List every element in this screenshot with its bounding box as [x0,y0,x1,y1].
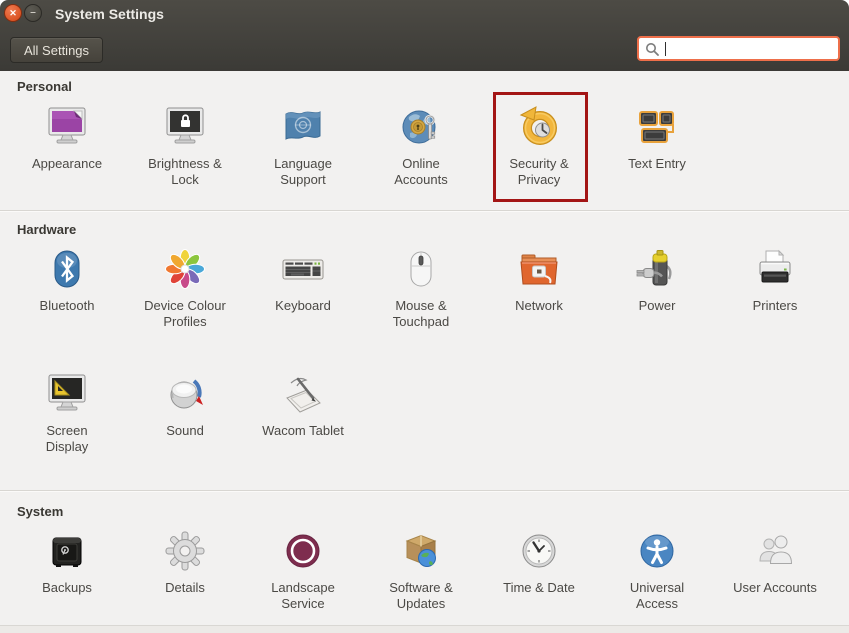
grid-item-label: Appearance [32,156,102,172]
grid-item-universal-access[interactable]: UniversalAccess [598,527,716,612]
power-icon [633,245,681,293]
gear-icon [161,527,209,575]
grid-item-label: Text Entry [628,156,686,172]
colour-profiles-icon [161,245,209,293]
section-header-system: System [17,504,63,519]
security-privacy-icon [515,103,563,151]
close-icon: ✕ [9,9,17,18]
wacom-tablet-icon [279,370,327,418]
search-box[interactable] [637,36,840,61]
clock-icon [515,527,563,575]
grid-item-sound[interactable]: Sound [126,370,244,455]
minimize-icon: – [30,8,36,18]
system-row: Backups Details [8,527,834,612]
grid-item-label: Printers [753,298,798,314]
section-separator [0,210,849,212]
mouse-icon [397,245,445,293]
grid-item-appearance[interactable]: Appearance [8,103,126,188]
search-icon [645,42,659,56]
grid-item-brightness-lock[interactable]: Brightness &Lock [126,103,244,188]
window-chrome: ✕ – System Settings All Settings [0,0,849,72]
window-title: System Settings [55,6,164,22]
settings-panel: Personal Appearance [0,71,849,633]
user-accounts-icon [751,527,799,575]
grid-item-label: Device ColourProfiles [144,298,226,330]
grid-item-label: OnlineAccounts [394,156,447,188]
grid-item-label: Brightness &Lock [148,156,222,188]
bluetooth-icon [43,245,91,293]
grid-item-label: Power [639,298,676,314]
grid-item-label: Sound [166,423,204,439]
appearance-icon [43,103,91,151]
grid-item-keyboard[interactable]: Keyboard [244,245,362,330]
system-settings-window: ✕ – System Settings All Settings Persona… [0,0,849,633]
grid-item-landscape-service[interactable]: LandscapeService [244,527,362,612]
universal-access-icon [633,527,681,575]
grid-item-printers[interactable]: Printers [716,245,834,330]
grid-item-screen-display[interactable]: ScreenDisplay [8,370,126,455]
hardware-row-2: ScreenDisplay Sound [8,370,362,455]
grid-item-label: LanguageSupport [274,156,332,188]
section-separator [0,490,849,492]
grid-item-label: Security &Privacy [509,156,568,188]
grid-item-mouse-touchpad[interactable]: Mouse &Touchpad [362,245,480,330]
landscape-icon [279,527,327,575]
software-updates-icon [397,527,445,575]
grid-item-details[interactable]: Details [126,527,244,612]
hardware-row-1: Bluetooth [8,245,834,330]
grid-item-label: Network [515,298,563,314]
sound-knob-icon [161,370,209,418]
grid-item-time-date[interactable]: Time & Date [480,527,598,612]
grid-item-label: Mouse &Touchpad [393,298,449,330]
titlebar[interactable]: ✕ – System Settings [0,0,849,27]
grid-item-security-privacy[interactable]: Security &Privacy [480,103,598,188]
grid-item-label: Bluetooth [40,298,95,314]
grid-item-bluetooth[interactable]: Bluetooth [8,245,126,330]
all-settings-label: All Settings [24,43,89,58]
grid-item-label: Wacom Tablet [262,423,344,439]
grid-item-label: LandscapeService [271,580,335,612]
grid-item-label: UniversalAccess [630,580,684,612]
network-icon [515,245,563,293]
section-header-personal: Personal [17,79,72,94]
search-input[interactable] [666,41,832,56]
text-entry-icon [633,103,681,151]
window-bottom-edge [0,625,849,633]
grid-item-label: Time & Date [503,580,575,596]
grid-item-label: Software &Updates [389,580,453,612]
grid-item-user-accounts[interactable]: User Accounts [716,527,834,612]
close-button[interactable]: ✕ [4,4,22,22]
grid-item-device-colour-profiles[interactable]: Device ColourProfiles [126,245,244,330]
grid-item-wacom-tablet[interactable]: Wacom Tablet [244,370,362,455]
section-header-hardware: Hardware [17,222,76,237]
screen-display-icon [43,370,91,418]
brightness-lock-icon [161,103,209,151]
grid-item-label: Backups [42,580,92,596]
grid-item-text-entry[interactable]: Text Entry [598,103,716,188]
grid-item-label: ScreenDisplay [46,423,89,455]
grid-item-online-accounts[interactable]: OnlineAccounts [362,103,480,188]
minimize-button[interactable]: – [24,4,42,22]
grid-item-label: Details [165,580,205,596]
all-settings-button[interactable]: All Settings [10,37,103,63]
printer-icon [751,245,799,293]
grid-item-label: Keyboard [275,298,331,314]
personal-row: Appearance Brightness &Lock [8,103,716,188]
globe-keys-icon [397,103,445,151]
grid-item-network[interactable]: Network [480,245,598,330]
keyboard-icon [279,245,327,293]
grid-item-label: User Accounts [733,580,817,596]
language-flag-icon [279,103,327,151]
grid-item-power[interactable]: Power [598,245,716,330]
grid-item-language-support[interactable]: LanguageSupport [244,103,362,188]
grid-item-backups[interactable]: Backups [8,527,126,612]
grid-item-software-updates[interactable]: Software &Updates [362,527,480,612]
backups-safe-icon [43,527,91,575]
